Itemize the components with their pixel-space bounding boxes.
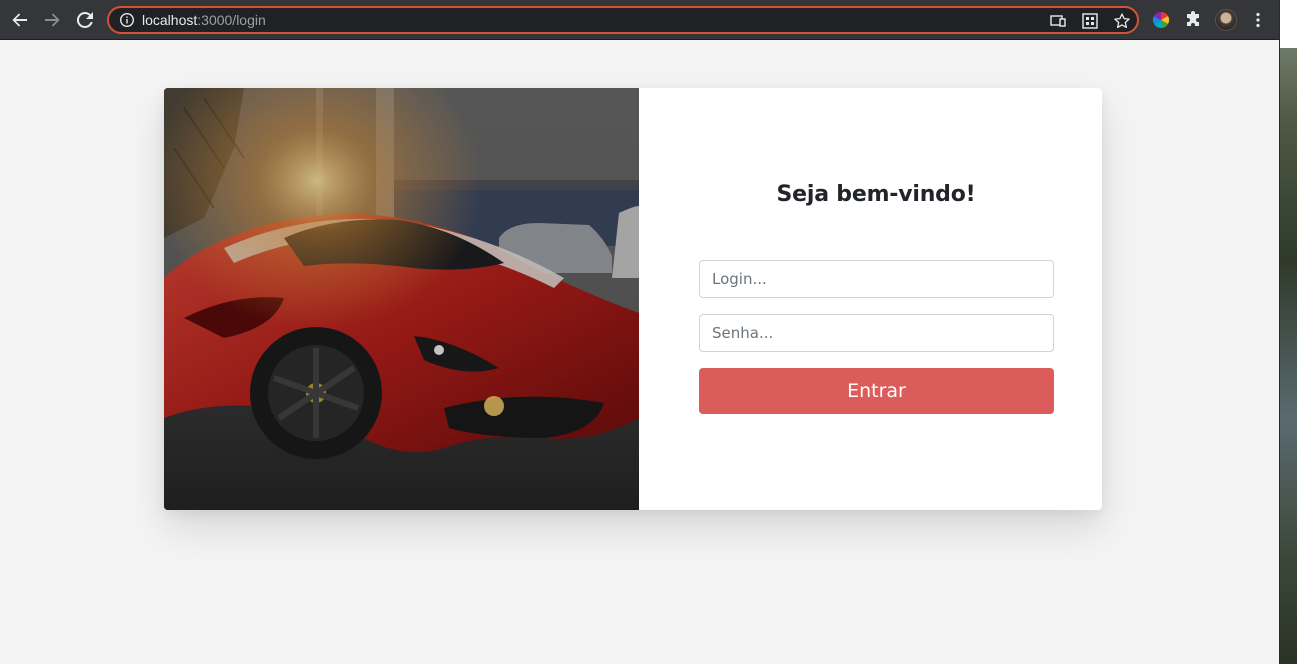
password-input[interactable]	[699, 314, 1054, 352]
url-path: :3000/login	[197, 12, 266, 28]
login-card: Seja bem-vindo! Entrar	[164, 88, 1102, 510]
page-title: Seja bem-vindo!	[776, 182, 976, 207]
info-icon[interactable]	[119, 12, 135, 28]
reload-icon[interactable]	[73, 8, 97, 32]
address-bar[interactable]: localhost:3000/login	[107, 6, 1139, 34]
puzzle-icon[interactable]	[1183, 10, 1203, 30]
cast-icon[interactable]	[1049, 12, 1067, 30]
window-border	[1279, 0, 1280, 664]
kebab-menu-icon[interactable]	[1248, 10, 1268, 30]
qr-code-icon[interactable]	[1081, 12, 1099, 30]
back-arrow-icon[interactable]	[8, 8, 32, 32]
login-input[interactable]	[699, 260, 1054, 298]
car-photo-illustration	[164, 88, 639, 510]
browser-toolbar: localhost:3000/login	[0, 0, 1279, 40]
login-button[interactable]: Entrar	[699, 368, 1054, 414]
url-host: localhost	[142, 12, 198, 28]
login-form: Seja bem-vindo! Entrar	[639, 88, 1102, 510]
star-icon[interactable]	[1113, 12, 1131, 30]
car-photo	[164, 88, 639, 510]
browser-window: localhost:3000/login Seja bem-vindo! Log…	[0, 0, 1279, 664]
background-window-edge	[1279, 0, 1297, 664]
url-text[interactable]: localhost:3000/login	[142, 12, 266, 28]
avatar[interactable]	[1215, 9, 1237, 31]
forward-arrow-icon[interactable]	[40, 8, 64, 32]
color-wheel-icon[interactable]	[1151, 10, 1171, 30]
